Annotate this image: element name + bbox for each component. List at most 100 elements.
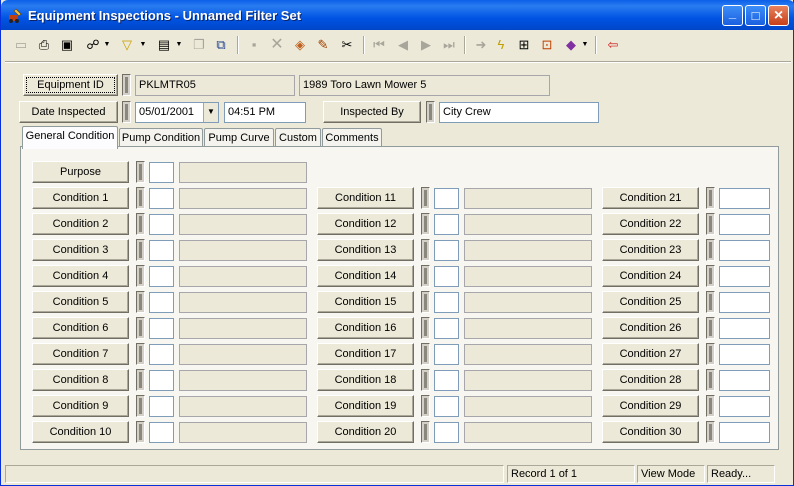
condition-20-button[interactable]: Condition 20 (317, 421, 414, 443)
filter-dropdown-icon[interactable]: ▼ (139, 35, 147, 55)
report-icon[interactable]: ▤ (154, 35, 174, 55)
tab-general-condition[interactable]: General Condition (22, 126, 118, 149)
condition-2-code-field[interactable] (149, 214, 174, 235)
condition-10-code-field[interactable] (149, 422, 174, 443)
tab-custom[interactable]: Custom (275, 128, 321, 148)
last-record-icon[interactable]: ⏭ (439, 35, 459, 55)
condition-13-code-field[interactable] (434, 240, 459, 261)
date-inspected-button[interactable]: Date Inspected (19, 101, 118, 123)
condition-30-button[interactable]: Condition 30 (602, 421, 699, 443)
condition-16-button[interactable]: Condition 16 (317, 317, 414, 339)
condition-23-button[interactable]: Condition 23 (602, 239, 699, 261)
condition-10-button[interactable]: Condition 10 (32, 421, 129, 443)
previous-record-icon[interactable]: ◀ (393, 35, 413, 55)
condition-28-button[interactable]: Condition 28 (602, 369, 699, 391)
condition-20-code-field[interactable] (434, 422, 459, 443)
condition-26-button[interactable]: Condition 26 (602, 317, 699, 339)
tab-pump-curve[interactable]: Pump Curve (204, 128, 274, 148)
condition-14-code-field[interactable] (434, 266, 459, 287)
condition-29-button[interactable]: Condition 29 (602, 395, 699, 417)
condition-24-button[interactable]: Condition 24 (602, 265, 699, 287)
condition-15-code-field[interactable] (434, 292, 459, 313)
condition-18-code-field[interactable] (434, 370, 459, 391)
condition-8-button[interactable]: Condition 8 (32, 369, 129, 391)
condition-19-code-field[interactable] (434, 396, 459, 417)
condition-13-button[interactable]: Condition 13 (317, 239, 414, 261)
condition-1-code-field[interactable] (149, 188, 174, 209)
condition-9-code-field[interactable] (149, 396, 174, 417)
date-dropdown-icon[interactable]: ▼ (203, 103, 218, 122)
condition-11-code-field[interactable] (434, 188, 459, 209)
tab-pump-condition[interactable]: Pump Condition (119, 128, 203, 148)
condition-3-button[interactable]: Condition 3 (32, 239, 129, 261)
minimize-button[interactable]: _ (722, 5, 743, 26)
condition-5-code-field[interactable] (149, 292, 174, 313)
condition-7-button[interactable]: Condition 7 (32, 343, 129, 365)
condition-23-code-field[interactable] (719, 240, 770, 261)
condition-7-code-field[interactable] (149, 344, 174, 365)
condition-4-code-field[interactable] (149, 266, 174, 287)
condition-22-button[interactable]: Condition 22 (602, 213, 699, 235)
condition-18-button[interactable]: Condition 18 (317, 369, 414, 391)
inspected-by-button[interactable]: Inspected By (323, 101, 421, 123)
edit-icon[interactable]: ✎ (313, 35, 333, 55)
equipment-id-button[interactable]: Equipment ID (23, 74, 118, 96)
save-icon[interactable]: ▪ (244, 35, 264, 55)
date-field[interactable]: 05/01/2001 ▼ (135, 102, 219, 123)
next-record-icon[interactable]: ▶ (416, 35, 436, 55)
condition-16-code-field[interactable] (434, 318, 459, 339)
time-field[interactable]: 04:51 PM (224, 102, 306, 123)
print-preview-icon[interactable]: ▣ (57, 35, 77, 55)
condition-8-code-field[interactable] (149, 370, 174, 391)
condition-5-button[interactable]: Condition 5 (32, 291, 129, 313)
condition-19-button[interactable]: Condition 19 (317, 395, 414, 417)
condition-15-button[interactable]: Condition 15 (317, 291, 414, 313)
condition-21-code-field[interactable] (719, 188, 770, 209)
condition-22-code-field[interactable] (719, 214, 770, 235)
condition-27-button[interactable]: Condition 27 (602, 343, 699, 365)
condition-17-code-field[interactable] (434, 344, 459, 365)
duplicate-icon[interactable]: ⧉ (211, 35, 231, 55)
tree-icon[interactable]: ⊡ (537, 35, 557, 55)
condition-24-code-field[interactable] (719, 266, 770, 287)
close-button[interactable]: × (768, 5, 789, 26)
inspected-by-field[interactable]: City Crew (439, 102, 599, 123)
delete-icon[interactable]: ✕ (267, 35, 287, 55)
binoculars-find-icon[interactable]: ☍ (83, 35, 103, 55)
print-icon[interactable]: ⎙ (34, 35, 54, 55)
condition-27-code-field[interactable] (719, 344, 770, 365)
copy-icon[interactable]: ❐ (189, 35, 209, 55)
find-dropdown-icon[interactable]: ▼ (103, 35, 111, 55)
condition-25-code-field[interactable] (719, 292, 770, 313)
condition-17-button[interactable]: Condition 17 (317, 343, 414, 365)
condition-2-button[interactable]: Condition 2 (32, 213, 129, 235)
tab-comments[interactable]: Comments (322, 128, 382, 148)
new-record-icon[interactable]: ▭ (11, 35, 31, 55)
filter-icon[interactable]: ▽ (117, 35, 137, 55)
cut-icon[interactable]: ✂ (337, 35, 357, 55)
report-dropdown-icon[interactable]: ▼ (175, 35, 183, 55)
condition-21-button[interactable]: Condition 21 (602, 187, 699, 209)
condition-30-code-field[interactable] (719, 422, 770, 443)
title-bar[interactable]: Equipment Inspections - Unnamed Filter S… (1, 0, 794, 30)
condition-6-code-field[interactable] (149, 318, 174, 339)
quick-action-icon[interactable]: ϟ (491, 35, 511, 55)
books-icon[interactable]: ◆ (561, 35, 581, 55)
books-dropdown-icon[interactable]: ▼ (581, 35, 589, 55)
purpose-code-field[interactable] (149, 162, 174, 183)
exit-icon[interactable]: ⇦ (603, 35, 623, 55)
maximize-button[interactable]: □ (745, 5, 766, 26)
condition-14-button[interactable]: Condition 14 (317, 265, 414, 287)
first-record-icon[interactable]: ⏮ (369, 35, 389, 55)
equipment-id-field[interactable]: PKLMTR05 (135, 75, 295, 96)
condition-11-button[interactable]: Condition 11 (317, 187, 414, 209)
go-icon[interactable]: ➜ (471, 35, 491, 55)
condition-28-code-field[interactable] (719, 370, 770, 391)
condition-12-code-field[interactable] (434, 214, 459, 235)
condition-26-code-field[interactable] (719, 318, 770, 339)
condition-9-button[interactable]: Condition 9 (32, 395, 129, 417)
condition-25-button[interactable]: Condition 25 (602, 291, 699, 313)
attach-icon[interactable]: ◈ (290, 35, 310, 55)
condition-12-button[interactable]: Condition 12 (317, 213, 414, 235)
condition-29-code-field[interactable] (719, 396, 770, 417)
